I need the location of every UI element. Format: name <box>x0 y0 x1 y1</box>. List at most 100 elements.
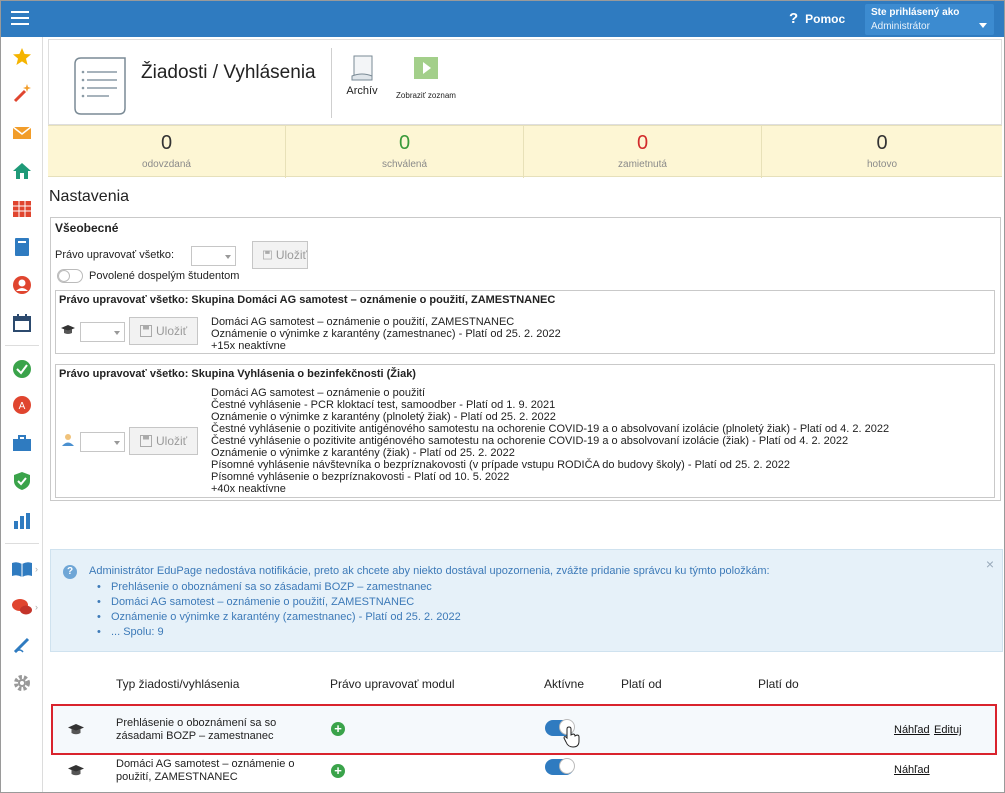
chat-icon[interactable] <box>10 595 34 619</box>
col-right: Právo upravovať modul <box>330 677 455 691</box>
stat-label: schválená <box>381 159 428 170</box>
edit-link[interactable]: Edituj <box>934 724 962 736</box>
add-right-button[interactable]: + <box>331 722 345 736</box>
save-button[interactable]: Uložiť <box>129 317 198 345</box>
hand-cursor-icon <box>563 726 581 751</box>
stat-rejected[interactable]: 0 zamietnutá <box>524 126 762 178</box>
pen-icon[interactable] <box>10 633 34 657</box>
timetable-icon[interactable] <box>10 197 34 221</box>
badge-icon[interactable]: A <box>10 393 34 417</box>
magic-wand-icon[interactable] <box>10 81 34 105</box>
col-active: Aktívne <box>544 677 585 691</box>
group-item: Čestné vyhlásenie o pozitivite antigénov… <box>211 435 849 447</box>
notice-item[interactable]: Domáci AG samotest – oznámenie o použití… <box>97 595 461 610</box>
row-name: Domáci AG samotest – oznámenie o <box>116 758 295 770</box>
save-icon <box>140 325 152 337</box>
user-name: Administrátor <box>871 21 930 32</box>
user-icon[interactable] <box>10 273 34 297</box>
chevron-right-icon: › <box>35 602 38 612</box>
help-icon: ? <box>789 10 799 27</box>
save-icon <box>263 250 272 260</box>
info-icon: ? <box>63 565 77 579</box>
col-valid-from: Platí od <box>621 677 662 691</box>
group-title: Právo upravovať všetko: Skupina Domáci A… <box>59 294 556 306</box>
reading-book-icon[interactable] <box>10 557 34 581</box>
sidebar: A › › <box>1 37 43 792</box>
notice-item[interactable]: ... Spolu: 9 <box>97 625 461 640</box>
row-name: použití, ZAMESTNANEC <box>116 771 238 783</box>
group-item: Čestné vyhlásenie - PCR kloktací test, s… <box>211 399 556 411</box>
adult-students-label: Povolené dospelým študentom <box>89 270 240 282</box>
adult-students-toggle[interactable] <box>57 269 83 283</box>
menu-icon[interactable] <box>11 11 29 25</box>
stat-label: hotovo <box>866 159 898 170</box>
home-icon[interactable] <box>10 159 34 183</box>
page-title: Žiadosti / Vyhlásenia <box>141 62 316 83</box>
stat-approved[interactable]: 0 schválená <box>286 126 524 178</box>
group-item: Oznámenie o výnimke z karantény (plnolet… <box>211 411 556 423</box>
save-label: Uložiť <box>275 248 307 262</box>
group-title: Právo upravovať všetko: Skupina Vyhlásen… <box>59 368 416 380</box>
preview-link[interactable]: Náhľad <box>894 764 930 776</box>
play-icon <box>414 57 438 79</box>
group-select[interactable] <box>80 432 125 452</box>
briefcase-icon[interactable] <box>10 431 34 455</box>
save-button[interactable]: Uložiť <box>129 427 198 455</box>
graduation-cap-icon <box>68 764 84 780</box>
stat-value: 0 <box>160 132 173 154</box>
shield-icon[interactable] <box>10 469 34 493</box>
chart-icon[interactable] <box>10 509 34 533</box>
close-icon[interactable]: × <box>986 556 994 572</box>
stat-value: 0 <box>636 132 649 154</box>
stat-done[interactable]: 0 hotovo <box>762 126 1002 178</box>
group-item: Domáci AG samotest – oznámenie o použití… <box>211 316 515 328</box>
group-item: Oznámenie o výnimke z karantény (zamestn… <box>211 328 561 340</box>
save-label: Uložiť <box>156 434 188 448</box>
main-content: Žiadosti / Vyhlásenia Archív Zobraziť zo… <box>43 37 1004 792</box>
group-item: Oznámenie o výnimke z karantény (žiak) -… <box>211 447 515 459</box>
settings-panel: Všeobecné Právo upravovať všetko: Uložiť… <box>50 217 1001 501</box>
app-window: ? Pomoc Ste prihlásený ako Administrátor <box>0 0 1005 793</box>
chevron-right-icon: › <box>35 564 38 574</box>
archive-button[interactable]: Archív <box>344 54 380 97</box>
show-list-label: Zobraziť zoznam <box>396 91 456 100</box>
gear-icon[interactable] <box>10 671 34 695</box>
group-select[interactable] <box>80 322 125 342</box>
col-valid-to: Platí do <box>758 677 799 691</box>
save-button[interactable]: Uložiť <box>252 241 308 269</box>
user-label: Ste prihlásený ako <box>871 7 960 18</box>
col-type: Typ žiadosti/vyhlásenia <box>116 677 240 691</box>
notice-item[interactable]: Prehlásenie o oboznámení sa so zásadami … <box>97 580 461 595</box>
group-item: +15x neaktívne <box>211 340 286 352</box>
show-list-button[interactable]: Zobraziť zoznam <box>395 56 457 100</box>
book-icon[interactable] <box>10 235 34 259</box>
group-item: Čestné vyhlásenie o pozitivite antigénov… <box>211 423 890 435</box>
calendar-icon[interactable] <box>10 311 34 335</box>
add-right-button[interactable]: + <box>331 764 345 778</box>
graduation-cap-icon <box>61 324 75 339</box>
group-employees: Právo upravovať všetko: Skupina Domáci A… <box>55 290 995 354</box>
preview-link[interactable]: Náhľad <box>894 724 930 736</box>
save-label: Uložiť <box>156 324 188 338</box>
table-row: Prehlásenie o oboznámení sa so zásadami … <box>51 704 997 755</box>
group-item: +40x neaktívne <box>211 483 286 495</box>
row-name: Prehlásenie o oboznámení sa so <box>116 717 277 729</box>
stat-value: 0 <box>876 132 888 154</box>
status-summary: 0 odovzdaná 0 schválená 0 zamietnutá 0 h… <box>48 125 1002 178</box>
stat-submitted[interactable]: 0 odovzdaná <box>48 126 286 178</box>
active-toggle[interactable] <box>545 758 575 775</box>
group-item: Písomné vyhlásenie o bezpríznakovosti - … <box>211 471 510 483</box>
edit-all-select[interactable] <box>191 246 236 266</box>
notice-item[interactable]: Oznámenie o výnimke z karantény (zamestn… <box>97 610 461 625</box>
stat-label: odovzdaná <box>142 159 191 170</box>
mail-icon[interactable] <box>10 121 34 145</box>
check-icon[interactable] <box>10 357 34 381</box>
edit-all-label: Právo upravovať všetko: <box>55 249 175 261</box>
help-button[interactable]: ? Pomoc <box>789 10 845 27</box>
group-item: Písomné vyhlásenie návštevníka o bezpríz… <box>211 459 791 471</box>
general-title: Všeobecné <box>55 221 119 235</box>
user-menu[interactable]: Ste prihlásený ako Administrátor <box>865 4 994 35</box>
chevron-down-icon <box>979 23 987 28</box>
star-icon[interactable] <box>10 45 34 69</box>
archive-icon <box>351 55 373 81</box>
